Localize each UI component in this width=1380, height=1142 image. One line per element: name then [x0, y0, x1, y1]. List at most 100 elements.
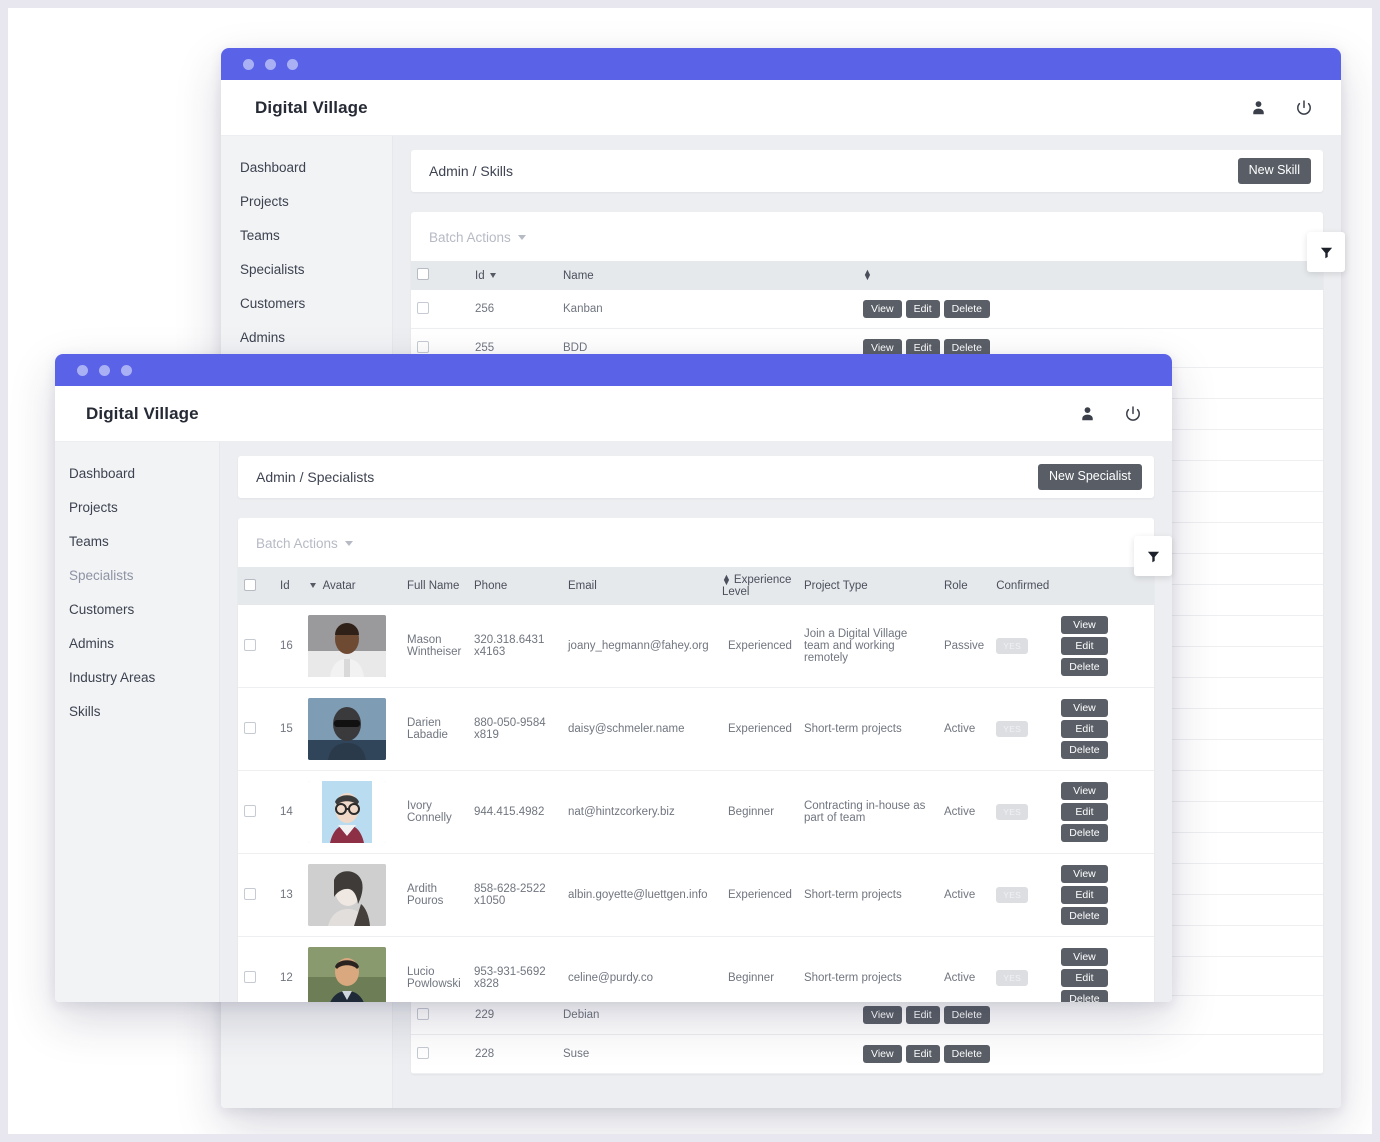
- sidebar-item-admins[interactable]: Admins: [69, 626, 219, 660]
- sidebar-specialists: Dashboard Projects Teams Specialists Cus…: [55, 442, 220, 1002]
- row-checkbox[interactable]: [244, 970, 256, 983]
- sidebar-item-dashboard[interactable]: Dashboard: [69, 456, 219, 490]
- table-row[interactable]: 16 Mason Wintheiser 320.318.6431 x4163 j…: [238, 605, 1154, 688]
- column-header-email[interactable]: Email: [562, 567, 722, 605]
- new-specialist-button[interactable]: New Specialist: [1038, 464, 1142, 490]
- sidebar-item-admins[interactable]: Admins: [240, 320, 392, 354]
- column-header-confirmed[interactable]: Confirmed: [990, 567, 1055, 605]
- row-checkbox[interactable]: [417, 1007, 429, 1020]
- cell-experience-level: Beginner: [722, 936, 798, 1002]
- table-row[interactable]: 12 Lucio Powlowski 953-931-5692 x828 cel…: [238, 936, 1154, 1002]
- edit-button[interactable]: Edit: [1061, 885, 1108, 905]
- delete-button[interactable]: Delete: [1061, 741, 1108, 760]
- edit-button[interactable]: Edit: [1061, 636, 1108, 656]
- delete-button[interactable]: Delete: [1061, 990, 1108, 1002]
- select-all-checkbox[interactable]: [244, 578, 256, 591]
- view-button[interactable]: View: [863, 1045, 902, 1064]
- filter-tab-specialists[interactable]: [1134, 536, 1172, 576]
- traffic-light-minimize-icon[interactable]: [265, 58, 276, 70]
- sidebar-item-projects[interactable]: Projects: [69, 490, 219, 524]
- column-header-project-type[interactable]: Project Type: [798, 567, 938, 605]
- chevron-down-icon: [344, 541, 353, 546]
- sidebar-item-customers[interactable]: Customers: [69, 592, 219, 626]
- sidebar-item-teams[interactable]: Teams: [69, 524, 219, 558]
- traffic-light-close-icon[interactable]: [243, 58, 254, 70]
- batch-actions-dropdown[interactable]: Batch Actions: [238, 534, 353, 567]
- table-row[interactable]: 15 Darien Labadie 880-050-9584 x819 dais…: [238, 687, 1154, 771]
- row-checkbox[interactable]: [417, 301, 429, 314]
- cell-role: Active: [937, 770, 991, 854]
- row-checkbox[interactable]: [244, 887, 256, 900]
- column-header-role[interactable]: Role: [938, 567, 990, 605]
- sidebar-item-dashboard[interactable]: Dashboard: [240, 150, 392, 184]
- new-skill-button[interactable]: New Skill: [1237, 158, 1311, 184]
- cell-role: Active: [937, 687, 991, 771]
- window-titlebar[interactable]: [221, 48, 1341, 80]
- sidebar-item-industry-areas[interactable]: Industry Areas: [69, 660, 219, 694]
- user-icon[interactable]: [1250, 99, 1267, 116]
- window-titlebar[interactable]: [55, 354, 1172, 386]
- column-header-avatar[interactable]: Avatar: [308, 567, 401, 605]
- cell-actions: View Edit Delete: [1055, 687, 1154, 771]
- window-specialists[interactable]: Digital Village Dashboard Projects Teams…: [55, 354, 1172, 1002]
- column-header-experience-level[interactable]: ▲ ▼ Experience Level: [722, 567, 798, 605]
- delete-button[interactable]: Delete: [943, 1006, 991, 1025]
- avatar: [308, 615, 386, 677]
- cell-project-type: Short-term projects: [797, 687, 938, 771]
- edit-button[interactable]: Edit: [1061, 719, 1108, 739]
- traffic-light-minimize-icon[interactable]: [99, 364, 110, 376]
- sidebar-item-teams[interactable]: Teams: [240, 218, 392, 252]
- edit-button[interactable]: Edit: [905, 1045, 940, 1064]
- edit-button[interactable]: Edit: [905, 1006, 940, 1025]
- view-button[interactable]: View: [863, 1006, 902, 1025]
- delete-button[interactable]: Delete: [1061, 907, 1108, 926]
- power-icon[interactable]: [1124, 405, 1142, 423]
- delete-button[interactable]: Delete: [943, 300, 991, 319]
- row-checkbox[interactable]: [417, 340, 429, 353]
- edit-button[interactable]: Edit: [1061, 968, 1108, 988]
- row-checkbox[interactable]: [244, 638, 256, 651]
- traffic-light-maximize-icon[interactable]: [121, 364, 132, 376]
- window-body: Dashboard Projects Teams Specialists Cus…: [55, 442, 1172, 1002]
- batch-actions-dropdown[interactable]: Batch Actions: [411, 228, 526, 261]
- table-row[interactable]: 14 Ivory Connelly 944.415.4982 nat@hintz…: [238, 770, 1154, 854]
- cell-project-type: Join a Digital Village team and working …: [797, 605, 938, 688]
- cell-email: celine@purdy.co: [562, 936, 722, 1002]
- select-all-checkbox[interactable]: [417, 268, 429, 280]
- sidebar-item-skills[interactable]: Skills: [69, 694, 219, 728]
- view-button[interactable]: View: [1061, 781, 1108, 800]
- cell-name: Kanban: [557, 290, 857, 330]
- view-button[interactable]: View: [1061, 947, 1108, 966]
- column-header-phone[interactable]: Phone: [468, 567, 562, 605]
- table-row[interactable]: 256 Kanban View Edit Delete: [411, 290, 1323, 330]
- column-header-name[interactable]: Name: [557, 261, 857, 290]
- delete-button[interactable]: Delete: [1061, 824, 1108, 843]
- power-icon[interactable]: [1295, 99, 1313, 117]
- table-row[interactable]: 13 Ardith Pouros 858-628-2522 x1050 albi…: [238, 853, 1154, 937]
- app-header: Digital Village: [55, 386, 1172, 442]
- table-row[interactable]: 228 Suse View Edit Delete: [411, 1034, 1323, 1075]
- delete-button[interactable]: Delete: [943, 1045, 991, 1064]
- column-header-id[interactable]: Id: [469, 261, 557, 290]
- sidebar-item-specialists[interactable]: Specialists: [240, 252, 392, 286]
- view-button[interactable]: View: [1061, 698, 1108, 717]
- cell-full-name: Ardith Pouros: [401, 853, 468, 937]
- column-header-full-name[interactable]: Full Name: [401, 567, 468, 605]
- delete-button[interactable]: Delete: [1061, 658, 1108, 677]
- row-checkbox[interactable]: [244, 721, 256, 734]
- traffic-light-close-icon[interactable]: [77, 364, 88, 376]
- row-checkbox[interactable]: [417, 1046, 429, 1059]
- column-header-id[interactable]: Id: [274, 567, 308, 605]
- view-button[interactable]: View: [1061, 864, 1108, 883]
- edit-button[interactable]: Edit: [905, 300, 940, 319]
- traffic-light-maximize-icon[interactable]: [287, 58, 298, 70]
- view-button[interactable]: View: [1061, 615, 1108, 634]
- row-checkbox[interactable]: [244, 804, 256, 817]
- sidebar-item-customers[interactable]: Customers: [240, 286, 392, 320]
- sidebar-item-specialists[interactable]: Specialists: [69, 558, 219, 592]
- view-button[interactable]: View: [863, 300, 902, 319]
- edit-button[interactable]: Edit: [1061, 802, 1108, 822]
- sidebar-item-projects[interactable]: Projects: [240, 184, 392, 218]
- user-icon[interactable]: [1079, 405, 1096, 422]
- filter-tab-skills[interactable]: [1307, 232, 1345, 272]
